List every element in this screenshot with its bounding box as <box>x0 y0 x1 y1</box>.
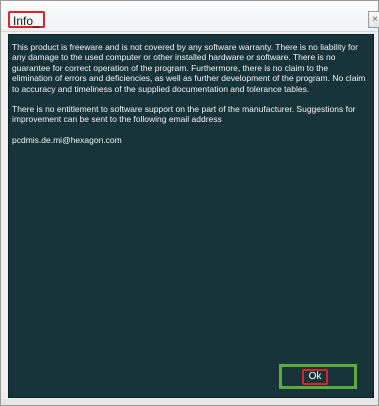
window-bottom-edge <box>1 399 378 405</box>
ok-button[interactable]: Ok <box>302 369 328 385</box>
info-dialog: Info_ × This product is freeware and is … <box>0 0 379 406</box>
title-bar[interactable]: Info_ × <box>1 1 379 32</box>
contact-email: pcdmis.de.mi@hexagon.com <box>12 134 122 145</box>
message-panel: This product is freeware and is not cove… <box>8 34 374 398</box>
ok-button-highlight: Ok <box>279 364 357 389</box>
dialog-title: Info_ <box>8 11 45 28</box>
close-button[interactable]: × <box>368 11 379 28</box>
support-paragraph: There is no entitlement to software supp… <box>12 104 356 125</box>
message-text: This product is freeware and is not cove… <box>12 42 370 155</box>
disclaimer-paragraph: This product is freeware and is not cove… <box>12 42 366 94</box>
close-icon: × <box>372 14 378 25</box>
